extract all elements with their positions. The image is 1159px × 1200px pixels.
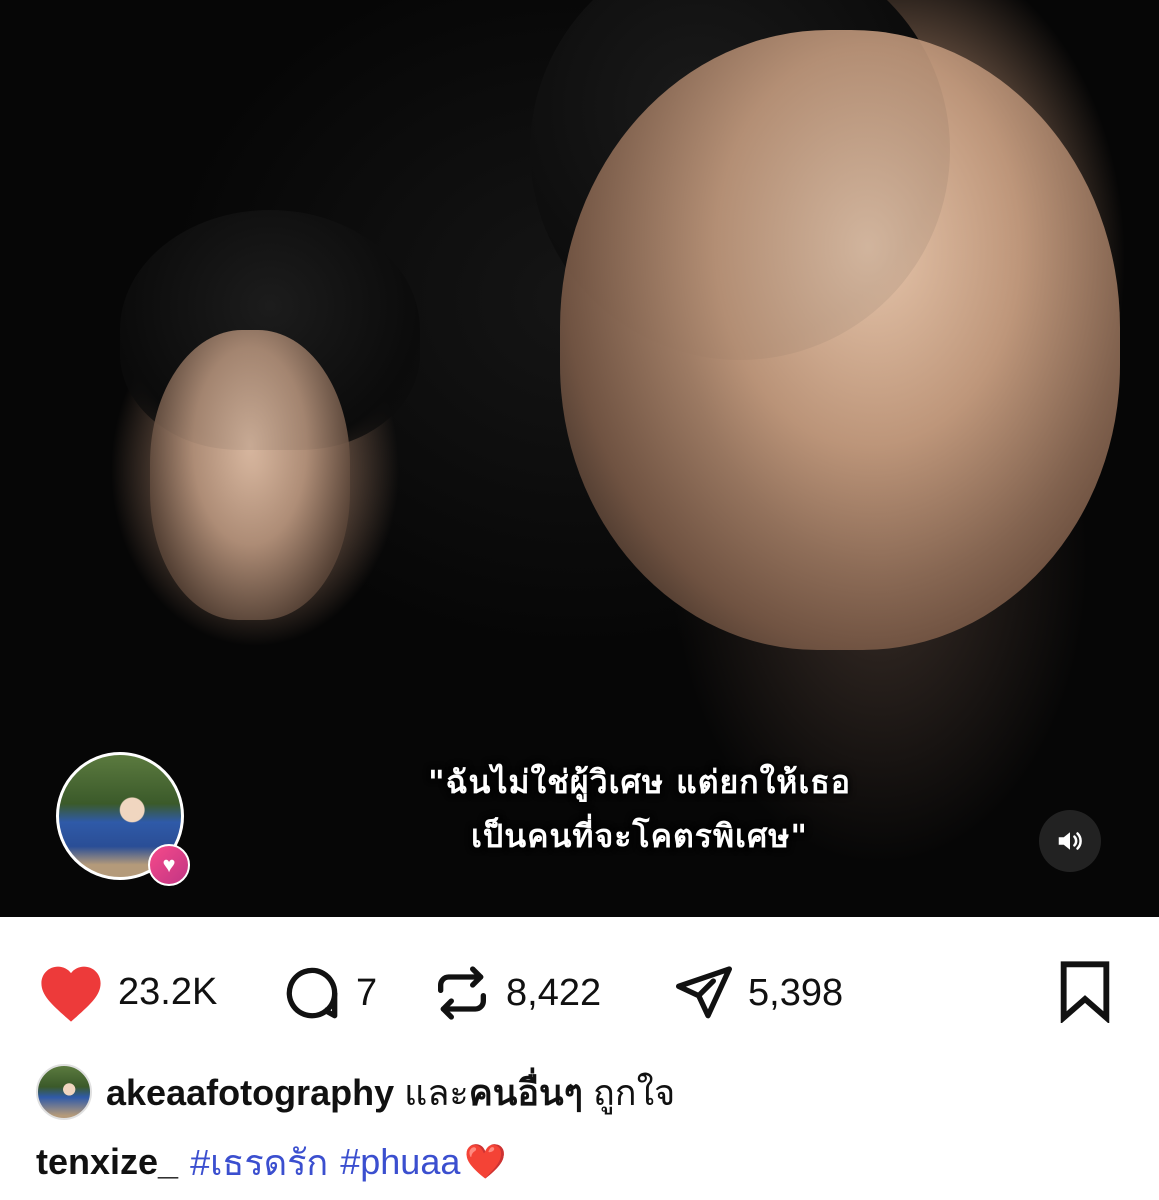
hashtag-link[interactable]: #phuaa bbox=[340, 1141, 460, 1183]
repost-icon[interactable] bbox=[430, 961, 494, 1025]
liker-username[interactable]: akeaafotography bbox=[106, 1072, 394, 1113]
send-icon[interactable] bbox=[672, 961, 736, 1025]
caption-username[interactable]: tenxize_ bbox=[36, 1141, 178, 1183]
like-count: 23.2K bbox=[118, 970, 218, 1013]
repost-count: 8,422 bbox=[506, 971, 602, 1014]
post-media[interactable]: "ฉันไม่ใช่ผู้วิเศษ แต่ยกให้เธอ เป็นคนที่… bbox=[0, 0, 1159, 917]
heart-badge-icon: ♥ bbox=[148, 844, 190, 886]
comment-icon[interactable] bbox=[280, 961, 344, 1025]
avatar[interactable] bbox=[36, 1064, 92, 1120]
comment-action[interactable]: 7 bbox=[280, 961, 377, 1025]
foreground-person bbox=[560, 30, 1120, 650]
share-count: 5,398 bbox=[748, 971, 844, 1014]
share-action[interactable]: 5,398 bbox=[672, 961, 843, 1025]
repost-action[interactable]: 8,422 bbox=[430, 961, 601, 1025]
action-bar: 23.2K 7 8,422 5,398 bbox=[0, 917, 1159, 1057]
liker-avatar-overlay[interactable]: ♥ bbox=[56, 752, 190, 886]
like-action[interactable]: 23.2K bbox=[36, 961, 217, 1023]
comment-count: 7 bbox=[356, 971, 378, 1014]
save-button[interactable] bbox=[1057, 959, 1113, 1028]
liked-by-row[interactable]: akeaafotography และคนอื่นๆ ถูกใจ bbox=[36, 1062, 675, 1122]
caption: tenxize_ #เธรดรัก #phuaa ❤️ bbox=[36, 1132, 507, 1192]
heart-emoji-icon: ❤️ bbox=[464, 1143, 507, 1181]
liked-by-others[interactable]: คนอื่นๆ bbox=[469, 1072, 583, 1113]
subtitle-line-2: เป็นคนที่จะโคตรพิเศษ" bbox=[470, 817, 809, 855]
subtitle-line-1: "ฉันไม่ใช่ผู้วิเศษ แต่ยกให้เธอ bbox=[427, 763, 851, 801]
background-person bbox=[150, 330, 350, 620]
bookmark-icon[interactable] bbox=[1057, 959, 1113, 1025]
liked-by-connector: และ bbox=[404, 1071, 469, 1113]
sound-toggle-button[interactable] bbox=[1039, 810, 1101, 872]
heart-icon[interactable] bbox=[36, 961, 106, 1023]
hashtag-link[interactable]: #เธรดรัก bbox=[190, 1134, 328, 1191]
liked-by-suffix: ถูกใจ bbox=[593, 1071, 676, 1113]
speaker-icon bbox=[1058, 832, 1082, 850]
